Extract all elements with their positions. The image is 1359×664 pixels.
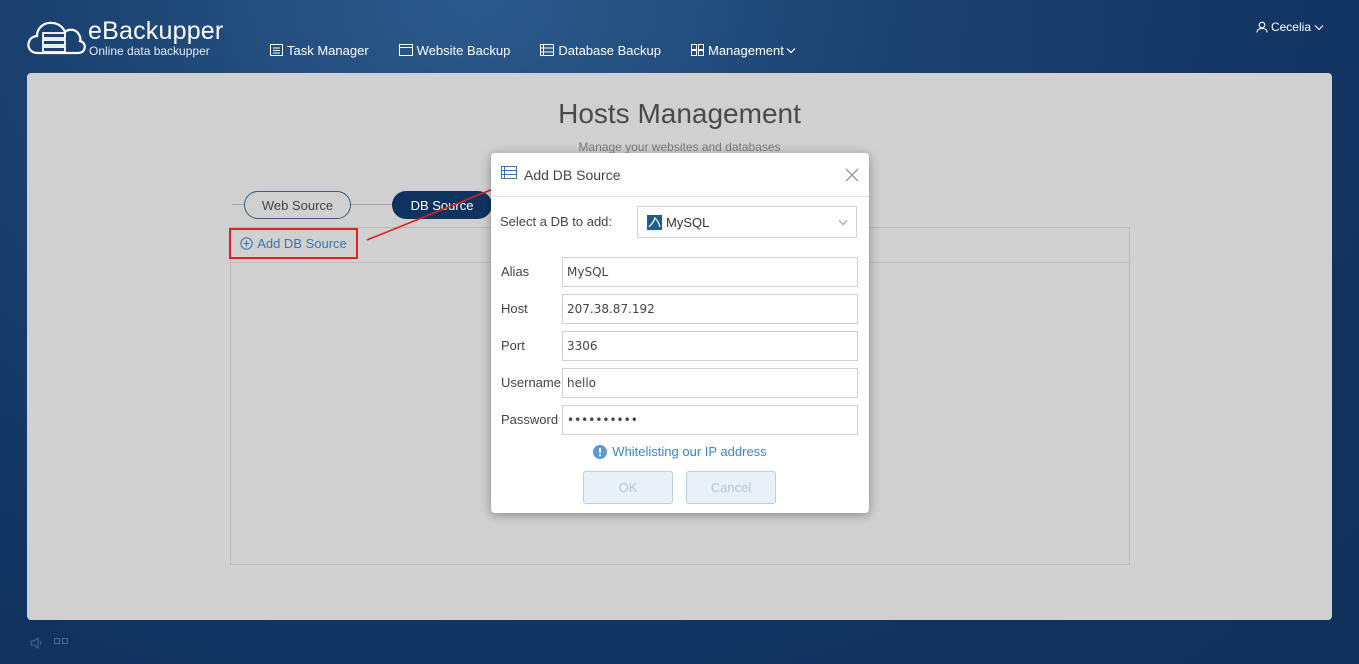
page-subtitle: Manage your websites and databases <box>578 140 781 154</box>
db-type-select[interactable]: MySQL <box>637 206 857 238</box>
selected-db-value: MySQL <box>666 214 710 230</box>
chevron-down-icon <box>838 220 848 226</box>
chevron-down-icon <box>786 47 796 53</box>
database-list-icon <box>501 166 517 179</box>
nav-database-backup[interactable]: Database Backup <box>540 41 661 59</box>
nav-task-manager[interactable]: Task Manager <box>270 41 369 59</box>
plus-circle-icon <box>240 237 253 250</box>
port-input[interactable] <box>562 331 858 361</box>
tab-web-source[interactable]: Web Source <box>244 191 351 219</box>
app-name: eBackupper <box>88 17 224 45</box>
mysql-logo-icon <box>647 214 662 230</box>
browser-window-icon <box>398 44 413 56</box>
select-db-label: Select a DB to add: <box>500 214 613 229</box>
cloud-server-icon <box>27 21 86 55</box>
username-input[interactable] <box>562 368 858 398</box>
nav-management[interactable]: Management <box>690 41 796 59</box>
close-icon[interactable] <box>845 168 859 182</box>
whitelist-link-label: Whitelisting our IP address <box>612 444 767 459</box>
speaker-icon[interactable] <box>30 637 44 649</box>
database-list-icon <box>540 44 555 56</box>
alias-label: Alias <box>501 264 530 279</box>
add-db-source-label: Add DB Source <box>257 236 347 251</box>
bottom-toolbar <box>30 637 78 649</box>
grid-icon <box>690 44 704 56</box>
info-icon <box>593 444 608 459</box>
password-label: Password <box>501 412 559 427</box>
tab-db-source[interactable]: DB Source <box>392 191 492 219</box>
cancel-button[interactable]: Cancel <box>686 471 776 504</box>
chevron-down-icon <box>1314 24 1324 30</box>
main-nav: Task Manager Website Backup Database Bac… <box>270 41 826 59</box>
nav-website-backup-label: Website Backup <box>416 42 511 58</box>
nav-website-backup[interactable]: Website Backup <box>398 41 511 59</box>
nav-task-manager-label: Task Manager <box>287 42 369 58</box>
task-list-icon <box>270 44 283 56</box>
user-icon <box>1256 21 1268 33</box>
dialog-header: Add DB Source <box>491 153 869 197</box>
nav-database-backup-label: Database Backup <box>558 42 661 58</box>
user-menu[interactable]: Cecelia <box>1256 20 1327 34</box>
password-input[interactable] <box>562 405 858 435</box>
whitelist-link[interactable]: Whitelisting our IP address <box>491 444 869 459</box>
page-title: Hosts Management <box>558 98 801 129</box>
dialog-title: Add DB Source <box>524 167 621 183</box>
app-logo[interactable]: eBackupper Online data backupper <box>26 17 246 61</box>
user-name: Cecelia <box>1270 20 1311 34</box>
app-tagline: Online data backupper <box>89 44 210 58</box>
host-label: Host <box>501 301 528 316</box>
host-input[interactable] <box>562 294 858 324</box>
add-db-source-dialog: Add DB Source Select a DB to add: MySQL … <box>491 153 869 513</box>
username-label: Username <box>501 375 561 390</box>
ok-button[interactable]: OK <box>583 471 673 504</box>
port-label: Port <box>501 338 525 353</box>
nav-management-label: Management <box>707 42 784 58</box>
chat-icon[interactable] <box>54 638 68 648</box>
alias-input[interactable] <box>562 257 858 287</box>
add-db-source-button[interactable]: Add DB Source <box>229 228 358 259</box>
